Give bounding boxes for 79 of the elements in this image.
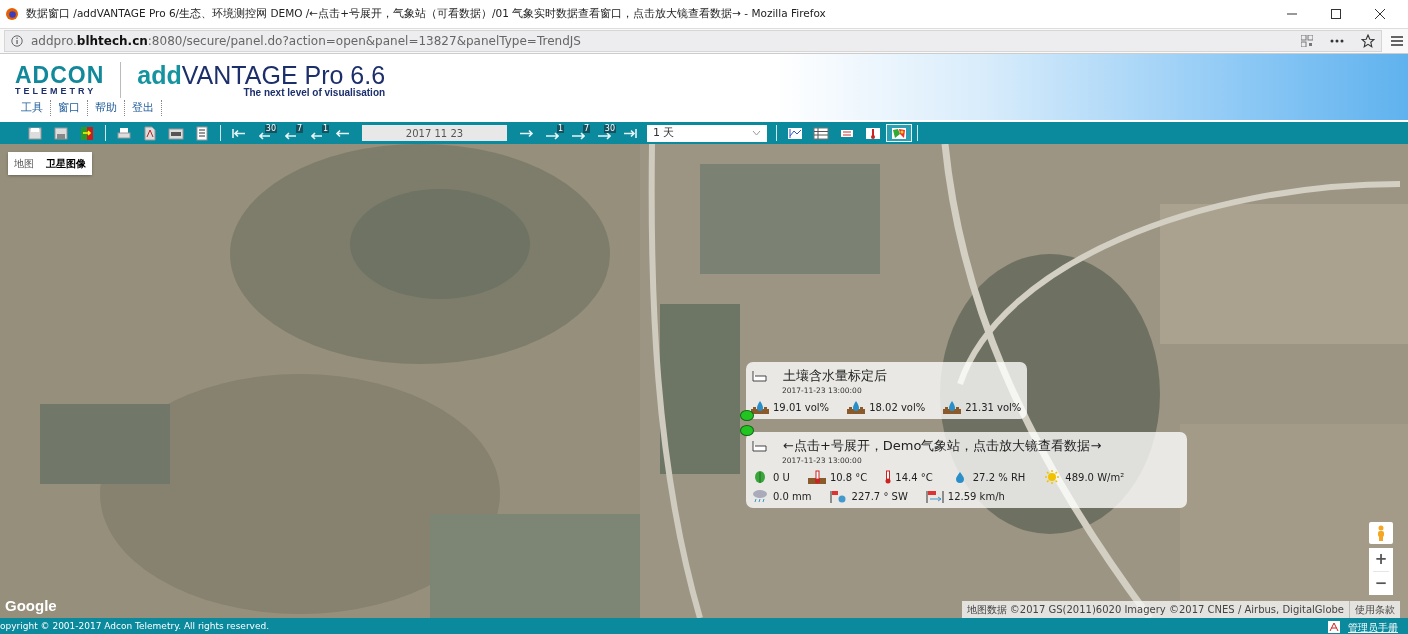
copyright-text: opyright © 2001-2017 Adcon Telemetry. All rights reserved. <box>0 620 270 634</box>
toolbar-button[interactable]: 7 <box>278 124 304 142</box>
station-icon <box>751 369 767 382</box>
station-icon <box>751 439 767 452</box>
pdf-icon <box>142 125 158 141</box>
list-icon <box>194 125 210 141</box>
toolbar-button[interactable]: 7 <box>565 124 591 142</box>
thermometer-icon <box>865 125 881 141</box>
toolbar-button[interactable]: 30 <box>252 124 278 142</box>
menu-item[interactable]: 工具 <box>14 99 51 116</box>
window-title: 数据窗口 /addVANTAGE Pro 6/生态、环境测控网 DEMO /←点击+号展开，气象站（可看数据）/01 气象实时数据查看窗口，点击放大镜查看数据→ - Mozilla Firefox <box>26 6 826 22</box>
menu-item[interactable]: 窗口 <box>51 99 88 116</box>
map-type-button[interactable]: 卫星图像 <box>40 152 92 175</box>
reading-value: 14.4 °C <box>895 470 933 485</box>
reading-value: 21.31 vol% <box>965 400 1022 415</box>
map-type-button[interactable]: 地图 <box>8 152 40 175</box>
manual-link[interactable]: 管理员手册 <box>1348 619 1398 634</box>
reading-value: 27.2 % RH <box>972 470 1026 485</box>
arrow-right-icon <box>571 132 585 140</box>
reading-value: 227.7 ° SW <box>851 489 908 504</box>
soil-thermometer-icon <box>807 470 826 484</box>
map-logo: Google <box>5 595 57 616</box>
reading-value: 18.02 vol% <box>869 400 926 415</box>
app-title: addVANTAGE Pro 6.6 <box>137 62 386 87</box>
arrow-right-icon <box>597 132 611 140</box>
person-icon <box>1376 525 1386 541</box>
arrow-right-icon <box>545 132 559 140</box>
wind-flag-icon <box>925 489 944 503</box>
url-text: addpro.blhtech.cn:8080/secure/panel.do?action=open&panel=13827&panelType=TrendJS <box>31 33 581 50</box>
reading-value: 0.0 mm <box>773 489 812 504</box>
menu-item[interactable]: 帮助 <box>88 99 125 116</box>
reading-value: 489.0 W/m² <box>1065 470 1125 485</box>
soil-drop-icon <box>847 400 866 414</box>
app-tagline: The next level of visualisation <box>243 86 386 98</box>
arrow-left-icon <box>311 132 323 140</box>
star-icon[interactable] <box>1361 34 1375 48</box>
toolbar-button[interactable] <box>886 124 912 142</box>
printer-icon <box>116 125 132 141</box>
toolbar-button[interactable]: 1 <box>539 124 565 142</box>
map-icon <box>891 125 907 141</box>
reading-value: 0 U <box>773 470 790 485</box>
period-dropdown[interactable]: 1 天 <box>647 124 767 142</box>
floppy-icon <box>53 125 69 141</box>
reading-value: 12.59 km/h <box>947 489 1005 504</box>
document-icon <box>168 125 184 141</box>
soil-drop-icon <box>751 400 769 414</box>
reading-value: 10.8 °C <box>829 470 868 485</box>
map-marker[interactable] <box>740 410 754 421</box>
soil-drop-icon <box>943 400 962 414</box>
close-icon <box>1374 8 1386 20</box>
date-field[interactable]: 2017 11 23 <box>362 125 507 141</box>
map-marker[interactable] <box>740 425 754 436</box>
toolbar-button[interactable]: 30 <box>591 124 617 142</box>
arrow-left-icon <box>285 132 297 140</box>
station-title: 土壤含水量标定后 <box>783 367 887 385</box>
info-icon <box>11 35 23 47</box>
maximize-icon <box>1330 8 1342 20</box>
thermometer-icon <box>885 470 892 484</box>
sun-icon <box>1043 470 1062 484</box>
rain-cloud-icon <box>751 489 769 503</box>
export-icon <box>79 125 95 141</box>
station-title: ←点击+号展开，Demo气象站，点击放大镜查看数据→ <box>783 437 1102 455</box>
menu-item[interactable]: 登出 <box>125 99 162 116</box>
firefox-icon <box>6 8 18 20</box>
logo-text: ADCON <box>15 64 105 86</box>
qr-code-icon[interactable] <box>1301 35 1313 47</box>
table-icon <box>813 125 829 141</box>
toolbar-button[interactable]: 1 <box>304 124 330 142</box>
pdf-icon <box>1328 621 1340 633</box>
floppy-icon <box>27 125 43 141</box>
arrow-left-icon <box>259 132 271 140</box>
line-chart-icon <box>787 125 803 141</box>
reading-value: 19.01 vol% <box>773 400 830 415</box>
menu-icon[interactable] <box>1390 35 1404 47</box>
chevron-down-icon <box>752 130 761 136</box>
wind-direction-icon <box>829 489 848 503</box>
address-bar[interactable]: addpro.blhtech.cn:8080/secure/panel.do?action=open&panel=13827&panelType=TrendJS <box>4 30 1382 52</box>
map-attribution: 地图数据 ©2017 GS(2011)6020 Imagery ©2017 CNES / Airbus, DigitalGlobe <box>965 603 1345 617</box>
logo-subtitle: TELEMETRY <box>15 86 98 96</box>
